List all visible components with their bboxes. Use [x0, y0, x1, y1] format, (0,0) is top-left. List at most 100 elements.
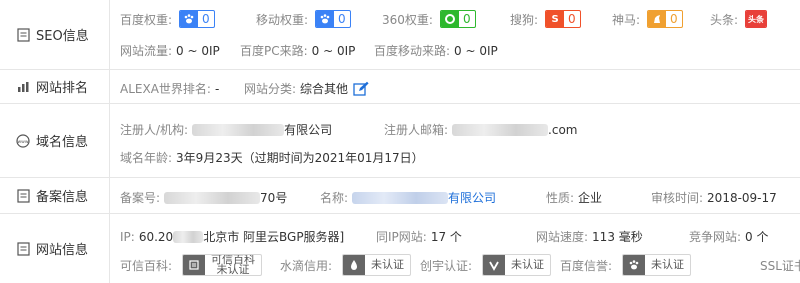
sogou-value: 0	[568, 12, 576, 26]
traffic-label: 网站流量:	[120, 44, 173, 58]
competitors-label: 竞争网站:	[689, 230, 742, 244]
seo-row: SEO信息 百度权重: 0 移动权重: 0 360权重: 0 搜狗: S 0 神…	[0, 0, 800, 70]
beian-number-value: 70号	[260, 191, 288, 205]
shuidi-label: 水滴信用:	[280, 258, 333, 273]
baidu-paw-icon	[623, 255, 646, 275]
sogou-badge[interactable]: S 0	[545, 10, 581, 28]
shenma-label: 神马:	[612, 12, 641, 27]
beian-name-label: 名称:	[320, 191, 349, 205]
domain-section-label: www 域名信息	[0, 104, 110, 177]
competitors-value: 0 个	[745, 230, 769, 244]
website-section-label: 网站信息	[0, 214, 110, 283]
toutiao-icon: 头条	[746, 11, 767, 27]
beian-row: 备案信息 备案号: 70号 名称: 有限公司 性质: 企业 审核时间: 2018…	[0, 178, 800, 214]
traffic-value: 0 ~ 0IP	[176, 43, 220, 58]
ranking-label-text: 网站排名	[36, 81, 89, 96]
weight-360-label: 360权重:	[382, 12, 433, 27]
domain-age-label: 域名年龄:	[120, 151, 173, 165]
sogou-label: 搜狗:	[510, 12, 539, 27]
baidu-xinyu-label: 百度信誉:	[560, 258, 613, 273]
baidu-mobile-value: 0 ~ 0IP	[454, 43, 498, 58]
baidu-xinyu-cert-status: 未认证	[651, 258, 685, 271]
document-icon	[16, 188, 30, 203]
alexa-label: ALEXA世界排名:	[120, 82, 211, 96]
registrant-label: 注册人/机构:	[120, 123, 189, 137]
q360-icon	[440, 11, 459, 27]
edit-icon[interactable]	[353, 81, 369, 97]
beian-nature-value: 企业	[578, 191, 603, 205]
beian-name-value[interactable]: 有限公司	[448, 189, 496, 206]
beian-section-label: 备案信息	[0, 178, 110, 213]
category-label: 网站分类:	[244, 82, 297, 96]
same-ip-label: 同IP网站:	[376, 230, 427, 244]
beian-label-text: 备案信息	[36, 190, 89, 205]
kexin-label: 可信百科:	[120, 258, 173, 273]
review-time-label: 审核时间:	[651, 191, 704, 205]
shuidi-cert-status: 未认证	[371, 258, 405, 271]
beian-number-redacted	[164, 191, 261, 204]
ip-prefix: 60.20	[138, 229, 174, 244]
ranking-row: 网站排名 ALEXA世界排名: - 网站分类: 综合其他	[0, 70, 800, 104]
sogou-icon: S	[546, 11, 565, 27]
domain-label-text: 域名信息	[36, 135, 89, 150]
registrant-value: 有限公司	[284, 123, 333, 137]
baidu-weight-badge[interactable]: 0	[179, 10, 215, 28]
mobile-weight-badge[interactable]: 0	[315, 10, 351, 28]
baidu-xinyu-cert-badge[interactable]: 未认证	[622, 254, 692, 276]
baidu-pc-value: 0 ~ 0IP	[311, 43, 356, 58]
baidu-paw-icon	[180, 11, 199, 27]
toutiao-badge[interactable]: 头条	[745, 10, 768, 28]
ip-redacted	[173, 230, 204, 243]
beian-nature-label: 性质:	[546, 191, 575, 205]
chuangyu-label: 创宇认证:	[420, 258, 473, 273]
baidu-weight-label: 百度权重:	[120, 12, 173, 27]
toutiao-label: 头条:	[710, 12, 739, 27]
weight-360-value: 0	[462, 12, 471, 26]
website-row: 网站信息 IP: 60.20 北京市 阿里云BGP服务器] 同IP网站: 17 …	[0, 214, 800, 283]
registrant-redacted	[192, 123, 285, 136]
ranking-section-label: 网站排名	[0, 70, 110, 103]
shenma-horse-icon	[648, 11, 667, 27]
domain-age-value: 3年9月23天（过期时间为2021年01月17日）	[176, 151, 424, 165]
www-icon: www	[16, 133, 30, 148]
speed-value: 113 毫秒	[592, 230, 643, 244]
shenma-value: 0	[670, 12, 678, 26]
document-icon	[16, 27, 30, 42]
review-time-value: 2018-09-17	[707, 190, 777, 205]
weight-360-badge[interactable]: 0	[439, 10, 476, 28]
seo-section-label: SEO信息	[0, 0, 110, 69]
water-drop-icon	[343, 255, 366, 275]
baidu-weight-value: 0	[202, 12, 210, 26]
verified-v-icon	[483, 255, 506, 275]
baidu-pc-label: 百度PC来路:	[240, 44, 308, 58]
kexin-cert-badge[interactable]: 可信百科 未认证	[182, 254, 263, 276]
ip-label: IP:	[120, 229, 135, 244]
category-value: 综合其他	[300, 82, 349, 96]
ip-location: 北京市 阿里云BGP服务器]	[203, 230, 345, 244]
ssl-label: SSL证书	[760, 259, 800, 273]
document-icon	[16, 241, 30, 256]
kexin-icon	[183, 255, 206, 275]
same-ip-value: 17 个	[430, 230, 462, 244]
beian-number-label: 备案号:	[120, 191, 161, 205]
svg-text:www: www	[17, 140, 28, 145]
seo-label-text: SEO信息	[36, 29, 89, 44]
website-label-text: 网站信息	[36, 243, 89, 258]
kexin-cert-status: 未认证	[216, 263, 250, 276]
mobile-weight-label: 移动权重:	[256, 12, 309, 27]
shenma-badge[interactable]: 0	[647, 10, 683, 28]
email-label: 注册人邮箱:	[384, 123, 449, 137]
domain-row: www 域名信息 注册人/机构: 有限公司 注册人邮箱: .com 域名年龄: …	[0, 104, 800, 178]
chuangyu-cert-status: 未认证	[511, 258, 545, 271]
beian-name-redacted	[352, 191, 449, 204]
chuangyu-cert-badge[interactable]: 未认证	[482, 254, 552, 276]
mobile-paw-icon	[316, 11, 335, 27]
mobile-weight-value: 0	[338, 12, 346, 26]
bar-chart-icon	[16, 80, 30, 94]
email-redacted	[452, 123, 549, 136]
shuidi-cert-badge[interactable]: 未认证	[342, 254, 412, 276]
baidu-mobile-label: 百度移动来路:	[374, 44, 451, 58]
alexa-value: -	[214, 81, 220, 96]
speed-label: 网站速度:	[536, 230, 589, 244]
email-value: .com	[548, 122, 578, 137]
